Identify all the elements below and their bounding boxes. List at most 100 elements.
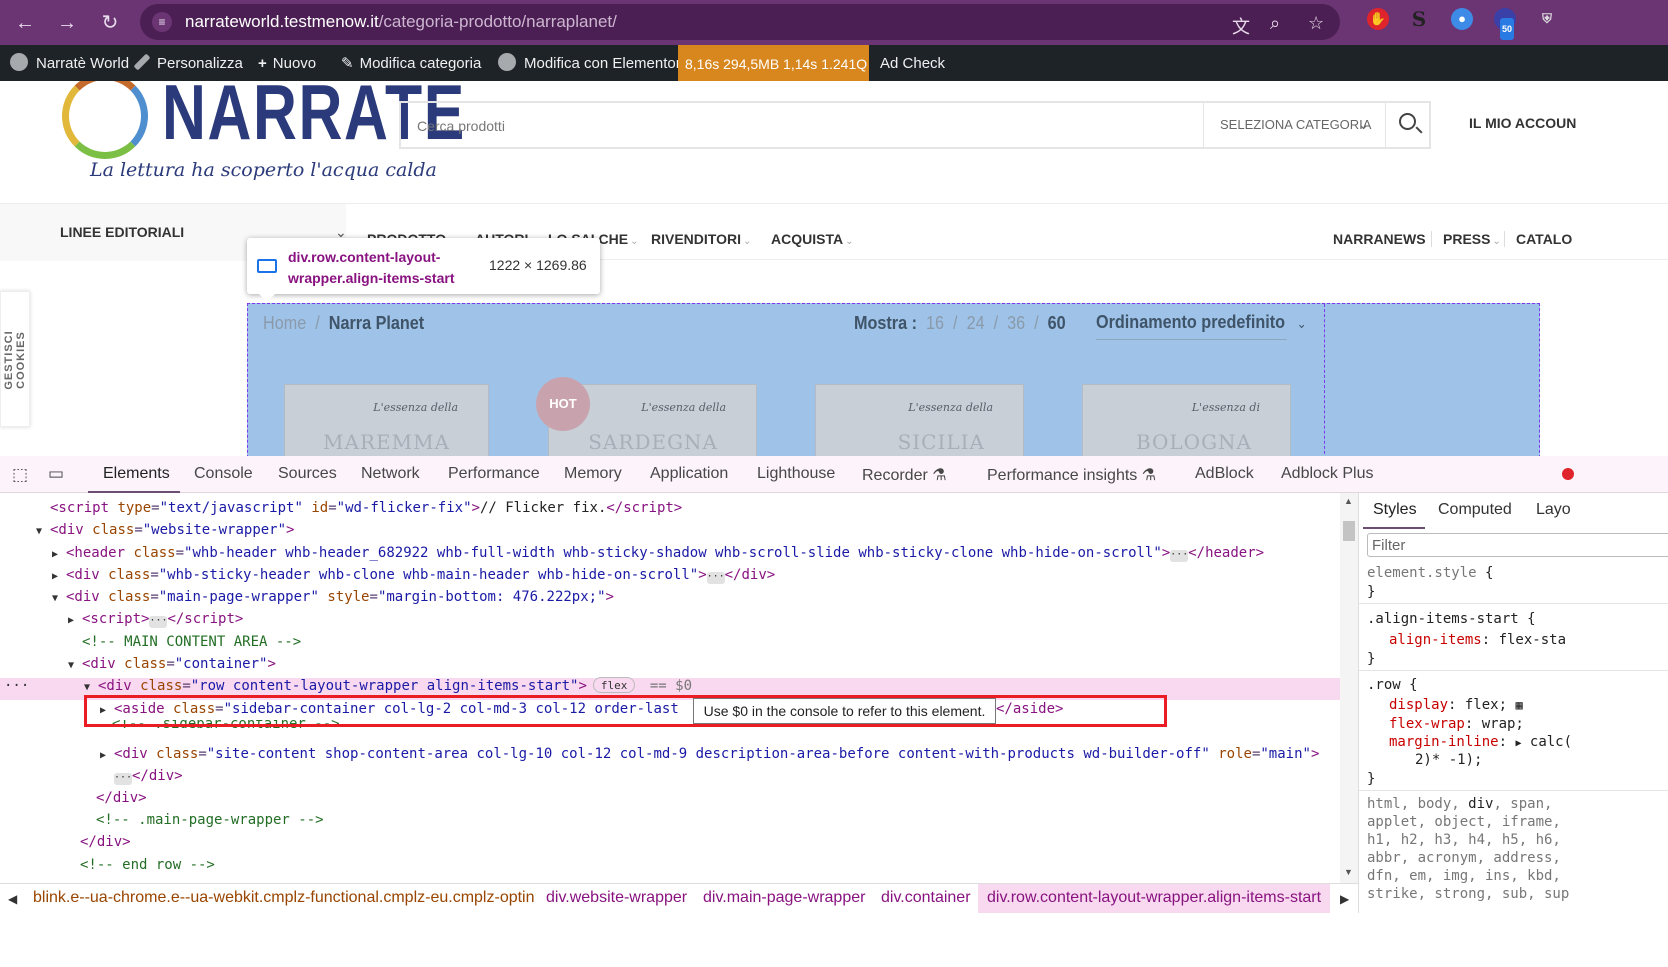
crumb-row-selected[interactable]: div.row.content-layout-wrapper.align-ite… (987, 889, 1321, 907)
category-select[interactable]: SELEZIONA CATEGORIA ⌄ (1203, 103, 1385, 147)
tree-line[interactable]: ▶ <script>···</script> (68, 608, 243, 630)
translate-icon[interactable]: 文 (1232, 13, 1250, 39)
error-indicator-icon[interactable] (1562, 468, 1574, 480)
crumb-scroll-left-icon[interactable]: ◀ (8, 892, 17, 906)
menu-item-narranews[interactable]: NARRANEWS (1333, 231, 1426, 247)
crumb-website-wrapper[interactable]: div.website-wrapper (546, 889, 687, 907)
expand-ellipsis[interactable]: ··· (149, 616, 168, 628)
scroll-down-icon[interactable]: ▼ (1344, 867, 1353, 877)
scrollbar-thumb[interactable] (1343, 521, 1355, 541)
flex-badge[interactable]: flex (592, 677, 636, 693)
per-page-36[interactable]: 36 (1007, 313, 1025, 333)
ordering-select[interactable]: Ordinamento predefinito ⌄ (1096, 312, 1307, 340)
crumb-container[interactable]: div.container (881, 889, 971, 907)
style-rule-selector[interactable]: .align-items-start { (1367, 610, 1536, 629)
reload-button[interactable]: ↻ (93, 6, 127, 40)
admin-elementor-link[interactable]: Modifica con Elementor (498, 45, 681, 81)
admin-customize-link[interactable]: Personalizza (133, 45, 243, 81)
tab-memory[interactable]: Memory (564, 465, 622, 483)
expand-ellipsis[interactable]: ··· (114, 773, 132, 785)
menu-item-catalogo[interactable]: CATALO (1516, 231, 1572, 247)
tab-adblock[interactable]: AdBlock (1195, 465, 1254, 483)
browser-extension-icon[interactable]: ● (1451, 8, 1473, 30)
per-page-16[interactable]: 16 (926, 313, 944, 333)
tree-line[interactable]: ▼ <div class="container"> (68, 653, 276, 675)
tree-line[interactable]: <!-- end row --> (80, 854, 215, 876)
style-declaration[interactable]: margin-inline: ▶ calc( (1389, 733, 1572, 753)
elements-scrollbar[interactable]: ▲ ▼ (1340, 493, 1358, 883)
my-account-link[interactable]: IL MIO ACCOUN (1469, 115, 1576, 131)
tree-line[interactable]: ▶ <div class="whb-sticky-header whb-clone… (52, 564, 775, 586)
tree-line[interactable]: </div> (80, 831, 131, 853)
tree-line[interactable]: ···</div> (114, 765, 183, 787)
bookmark-star-icon[interactable]: ☆ (1308, 13, 1324, 34)
tree-line[interactable]: <!-- MAIN CONTENT AREA --> (82, 631, 301, 653)
inspect-element-icon[interactable]: ⬚ (12, 465, 28, 485)
scroll-up-icon[interactable]: ▲ (1344, 496, 1353, 506)
more-options-icon[interactable]: ··· (4, 675, 29, 697)
crumb-scroll-right-icon[interactable]: ▶ (1340, 892, 1349, 906)
style-declaration[interactable]: align-items: flex-sta (1389, 631, 1566, 650)
query-monitor-stats[interactable]: 8,16s 294,5MB 1,14s 1.241Q (678, 45, 869, 81)
per-page-60[interactable]: 60 (1048, 313, 1066, 333)
tab-styles[interactable]: Styles (1373, 501, 1417, 519)
style-declaration[interactable]: flex-wrap: wrap; (1389, 715, 1524, 734)
tab-adblock-plus[interactable]: Adblock Plus (1281, 465, 1374, 483)
menu-item-press[interactable]: PRESS ⌄ (1443, 231, 1501, 247)
styles-filter-input[interactable]: Filter (1367, 533, 1668, 557)
device-toolbar-icon[interactable]: ▭ (48, 464, 64, 484)
tree-line[interactable]: ▼ <div class="main-page-wrapper" style="m… (52, 586, 614, 608)
tab-performance[interactable]: Performance (448, 465, 540, 483)
tree-line[interactable]: <script type="text/javascript" id="wd-fl… (50, 497, 682, 519)
site-info-icon[interactable]: ≡ (152, 12, 172, 32)
admin-site-link[interactable]: Narratè World (10, 45, 129, 81)
expand-ellipsis[interactable]: ··· (1170, 550, 1188, 562)
tab-layout[interactable]: Layo (1536, 501, 1571, 519)
product-card[interactable]: L'essenza della SICILIA (815, 384, 1024, 456)
tab-lighthouse[interactable]: Lighthouse (757, 465, 835, 483)
style-rule-element-style[interactable]: element.style { (1367, 564, 1493, 583)
tab-performance-insights[interactable]: Performance insights ⚗ (987, 465, 1156, 485)
tree-line-selected[interactable]: ▼ <div class="row content-layout-wrapper … (84, 675, 692, 697)
crumb-body[interactable]: blink.e--ua-chrome.e--ua-webkit.cmplz-fu… (33, 889, 535, 907)
wp-admin-bar: Narratè World Personalizza + Nuovo ✎ Modif… (0, 45, 1668, 81)
tab-elements[interactable]: Elements (103, 465, 170, 483)
admin-adcheck-link[interactable]: Ad Check (880, 45, 945, 81)
crumb-main-page-wrapper[interactable]: div.main-page-wrapper (703, 889, 865, 907)
tree-line[interactable]: <!-- .main-page-wrapper --> (96, 809, 324, 831)
per-page-24[interactable]: 24 (967, 313, 985, 333)
tab-console[interactable]: Console (194, 465, 253, 483)
address-bar[interactable]: ≡ narrateworld.testmenow.it/categoria-pr… (140, 4, 1340, 40)
menu-item-rivenditori[interactable]: RIVENDITORI ⌄ (651, 231, 751, 247)
search-input[interactable]: Cerca prodotti (417, 118, 505, 134)
tab-computed[interactable]: Computed (1438, 501, 1512, 519)
tree-line[interactable]: ▶ <div class="site-content shop-content-a… (100, 743, 1319, 765)
tab-application[interactable]: Application (650, 465, 728, 483)
tree-line[interactable]: ▼ <div class="website-wrapper"> (36, 519, 294, 541)
product-card[interactable]: L'essenza della MAREMMA (284, 384, 489, 456)
manage-cookies-tab[interactable]: GESTISCI COOKIES (0, 291, 30, 427)
tab-network[interactable]: Network (361, 465, 420, 483)
tab-recorder[interactable]: Recorder ⚗ (862, 465, 947, 485)
extension-badge-icon[interactable]: 50 (1494, 8, 1516, 40)
adblock-extension-icon[interactable]: ✋ (1367, 8, 1389, 30)
search-button[interactable] (1385, 103, 1431, 147)
style-declaration[interactable]: display: flex; ▦ (1389, 696, 1523, 715)
zoom-icon[interactable]: ⌕ (1270, 13, 1280, 34)
shield-icon[interactable]: ⛨ (1536, 8, 1558, 30)
menu-item-acquista[interactable]: ACQUISTA ⌄ (771, 231, 853, 247)
tab-sources[interactable]: Sources (278, 465, 337, 483)
expand-ellipsis[interactable]: ··· (706, 572, 725, 584)
back-button[interactable]: ← (8, 6, 42, 40)
admin-edit-category-link[interactable]: ✎ Modifica categoria (341, 45, 481, 81)
admin-new-link[interactable]: + Nuovo (258, 45, 316, 81)
breadcrumb-home[interactable]: Home (263, 313, 306, 333)
logo-cup-icon[interactable] (62, 81, 148, 159)
tree-line[interactable]: </div> (96, 787, 147, 809)
flexbox-editor-icon[interactable]: ▦ (1515, 698, 1522, 712)
forward-button[interactable]: → (50, 6, 84, 40)
product-card[interactable]: L'essenza di BOLOGNA (1082, 384, 1291, 456)
s-extension-icon[interactable]: S (1408, 8, 1430, 30)
style-rule-selector[interactable]: .row { (1367, 676, 1418, 695)
tree-line[interactable]: ▶ <header class="whb-header whb-header_68… (52, 542, 1264, 564)
